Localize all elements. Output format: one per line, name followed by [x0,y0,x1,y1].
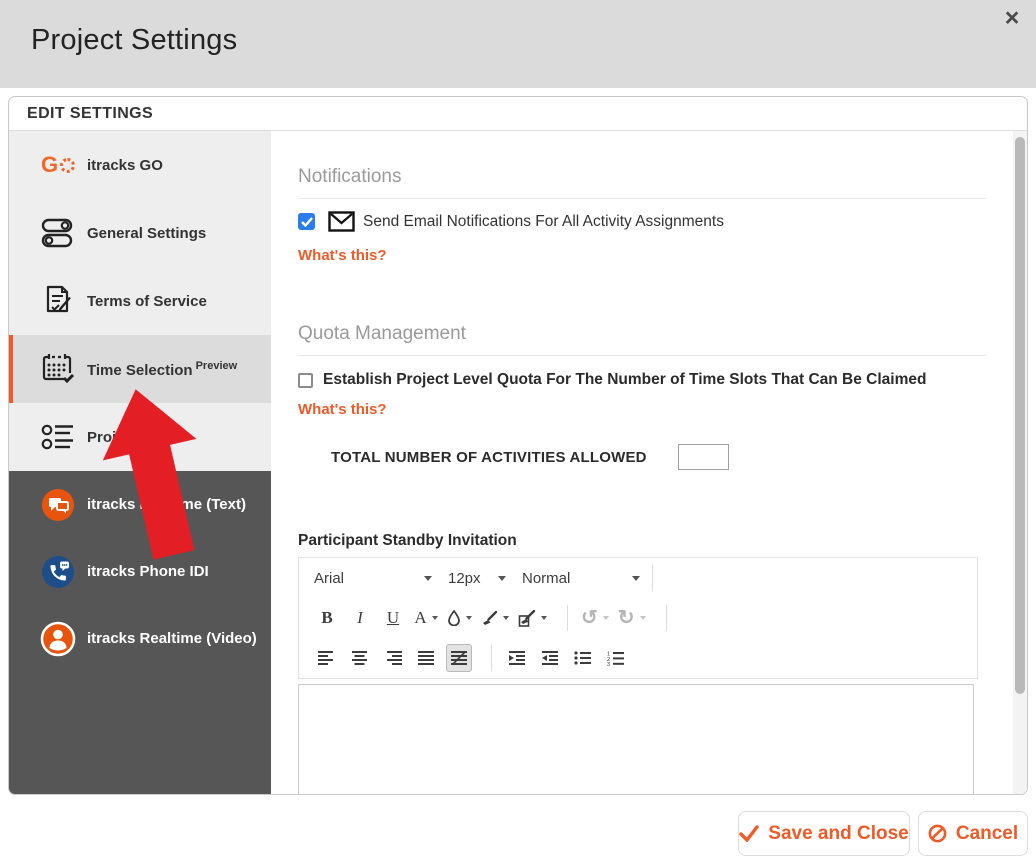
undo-button[interactable]: ↺ [580,604,610,632]
standby-invitation-heading: Participant Standby Invitation [298,532,517,549]
chevron-down-icon [632,575,640,581]
envelope-icon [328,211,355,232]
quota-checkbox-row: Establish Project Level Quota For The Nu… [298,371,1013,389]
sidebar-dark-section: itracks Realtime (Text) itracks Phone ID… [9,471,271,794]
sidebar-item-time-selection[interactable]: Time Selection Preview [9,335,271,403]
close-icon[interactable]: × [996,2,1028,34]
toolbar-row-align: 123 [299,638,977,678]
sidebar-item-label: Time Selection [87,361,193,379]
quota-checkbox[interactable] [298,373,313,388]
align-right-button[interactable] [380,644,406,672]
align-center-button[interactable] [347,644,373,672]
font-family-dropdown[interactable]: Arial [314,570,432,587]
paragraph-style-dropdown[interactable]: Normal [522,570,640,587]
sidebar-item-itracks-realtime-video[interactable]: itracks Realtime (Video) [9,605,271,672]
svg-text:3: 3 [607,662,610,666]
settings-content: Notifications Send Email Notifications F… [271,131,1027,794]
check-icon [739,825,759,842]
toggles-icon [37,212,79,254]
settings-sidebar: G itracks GO General Settings Terms of S… [9,131,271,794]
bold-button[interactable]: B [314,604,340,632]
rich-text-content-area[interactable] [298,684,974,794]
font-size-dropdown[interactable]: 12px [448,570,506,587]
email-notifications-label: Send Email Notifications For All Activit… [363,212,724,230]
chevron-down-icon [503,616,509,620]
toolbar-separator [665,605,667,631]
ink-drop-icon [448,610,460,626]
cancel-circle-icon [928,824,947,843]
chevron-down-icon [498,575,506,581]
italic-button[interactable]: I [347,604,373,632]
quota-checkbox-label: Establish Project Level Quota For The Nu… [323,371,927,388]
content-scrollbar[interactable] [1013,131,1027,794]
notifications-heading: Notifications [298,166,986,199]
chevron-down-icon [541,616,547,620]
format-brush-button[interactable] [480,604,510,632]
panel-header: EDIT SETTINGS [9,97,1027,131]
preview-badge: Preview [195,359,238,372]
quota-heading: Quota Management [298,323,986,356]
chevron-down-icon [424,575,432,581]
radio-list-icon [37,416,79,458]
sidebar-item-itracks-realtime-text[interactable]: itracks Realtime (Text) [9,471,271,538]
edit-settings-panel: EDIT SETTINGS G itracks GO General Setti… [8,96,1028,795]
outdent-button[interactable] [537,644,563,672]
highlight-color-button[interactable] [446,604,473,632]
paintbrush-icon [483,610,498,625]
chevron-down-icon [431,616,438,620]
sidebar-item-itracks-phone-idi[interactable]: itracks Phone IDI [9,538,271,605]
underline-button[interactable]: U [380,604,406,632]
sidebar-item-itracks-go[interactable]: G itracks GO [9,131,271,199]
project-settings-modal: Project Settings × EDIT SETTINGS G itrac… [0,0,1036,864]
itracks-go-logo: G [37,144,79,186]
scrollbar-thumb[interactable] [1015,137,1025,694]
chevron-down-icon [639,616,646,620]
total-activities-row: TOTAL NUMBER OF ACTIVITIES ALLOWED [298,444,1013,470]
person-icon [37,618,79,660]
align-left-button[interactable] [314,644,340,672]
document-pen-icon [37,280,79,322]
rich-text-toolbar: Arial 12px Normal B I U A ↺ ↻ 1 2 3 [298,557,978,679]
cancel-button[interactable]: Cancel [918,811,1028,856]
email-notifications-checkbox[interactable] [298,213,315,230]
indent-button[interactable] [504,644,530,672]
bullet-list-button[interactable] [570,644,596,672]
paintbrush-doc-icon [518,609,536,627]
save-and-close-button[interactable]: Save and Close [738,811,910,856]
phone-icon [37,551,79,593]
sidebar-item-project-options[interactable]: Project O [9,403,271,471]
toolbar-separator [491,645,492,671]
align-justify-button[interactable] [413,644,439,672]
total-activities-label: TOTAL NUMBER OF ACTIVITIES ALLOWED [331,448,647,466]
toolbar-separator [567,605,568,631]
redo-button[interactable]: ↻ [617,604,647,632]
sidebar-item-general-settings[interactable]: General Settings [9,199,271,267]
sidebar-item-terms-of-service[interactable]: Terms of Service [9,267,271,335]
calendar-check-icon [37,348,79,390]
align-none-button[interactable] [446,644,472,672]
toolbar-row-format: B I U A ↺ ↻ [299,598,977,638]
chevron-down-icon [466,616,472,620]
format-brush-doc-button[interactable] [517,604,548,632]
total-activities-input[interactable] [677,444,729,470]
toolbar-separator [652,565,653,591]
font-color-button[interactable]: A [413,604,439,632]
quota-whats-this-link[interactable]: What's this? [298,401,387,418]
modal-header: Project Settings × [0,0,1036,88]
numbered-list-button[interactable]: 123 [603,644,629,672]
notifications-whats-this-link[interactable]: What's this? [298,247,387,264]
chat-bubbles-icon [37,484,79,526]
toolbar-row-fonts: Arial 12px Normal [299,558,977,598]
modal-title: Project Settings [31,24,238,56]
chevron-down-icon [602,616,609,620]
email-notifications-row: Send Email Notifications For All Activit… [298,211,1013,232]
